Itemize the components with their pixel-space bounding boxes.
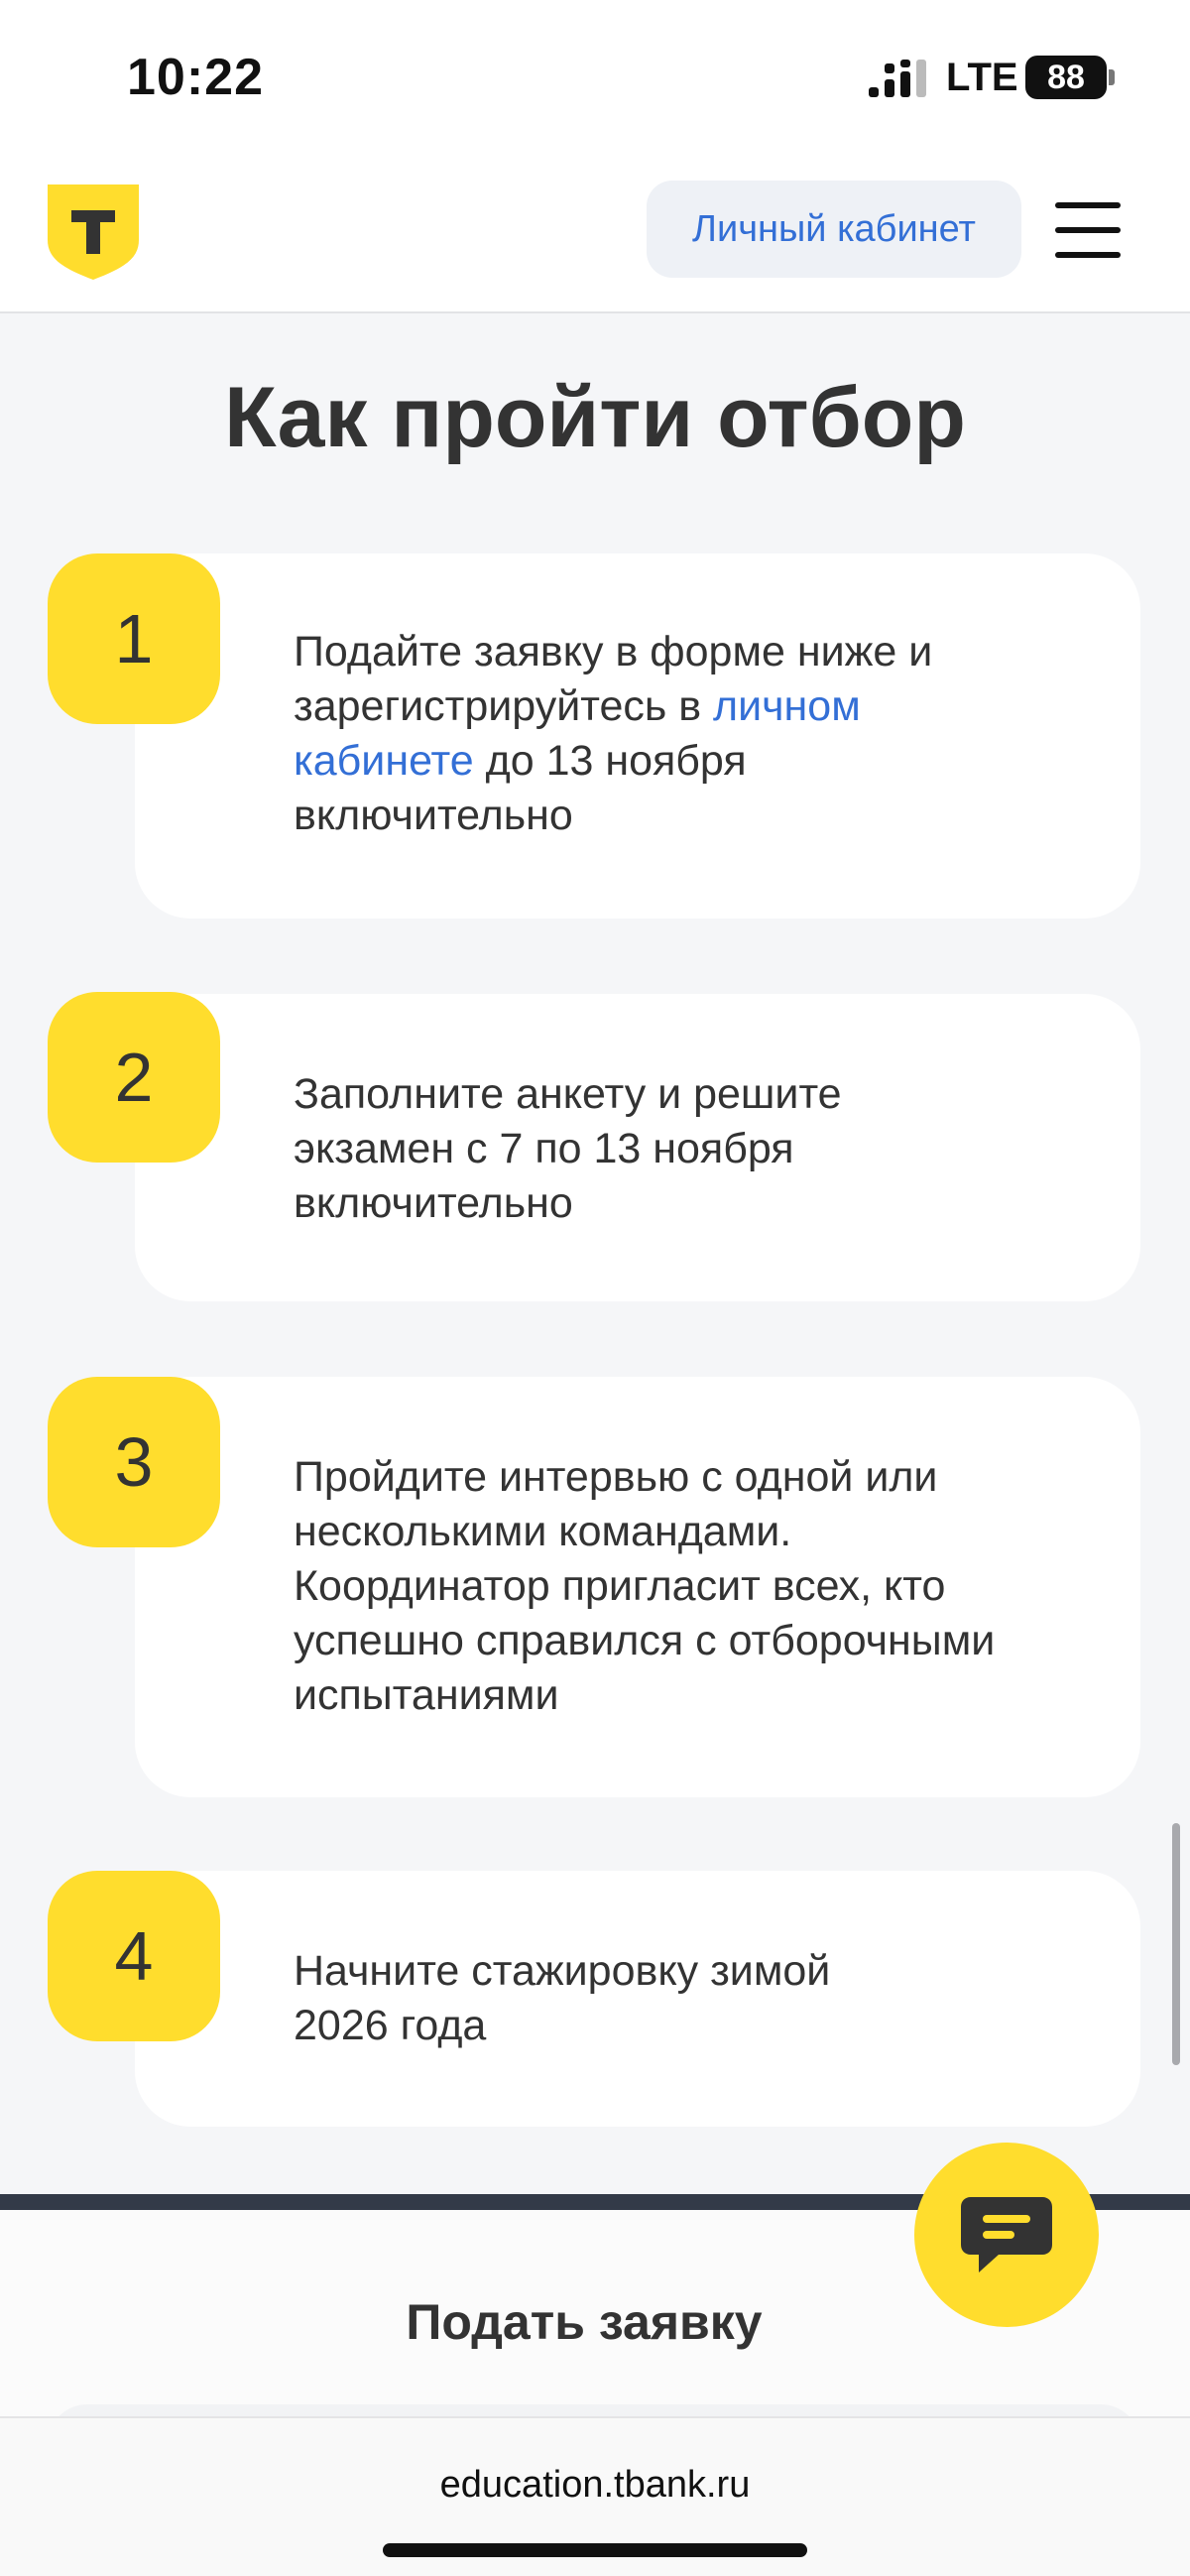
home-indicator: [383, 2543, 807, 2557]
chat-bubble-icon: [961, 2197, 1052, 2272]
tbank-logo-icon[interactable]: [48, 184, 139, 280]
step-number-badge-2: 2: [48, 992, 220, 1163]
step-number-badge-4: 4: [48, 1871, 220, 2041]
step-number-badge-1: 1: [48, 553, 220, 724]
browser-address-bar[interactable]: education.tbank.ru: [0, 2416, 1190, 2576]
step-card-2: Заполните анкету и решите экзамен с 7 по…: [135, 994, 1140, 1301]
network-type: LTE: [946, 56, 1018, 99]
url-text[interactable]: education.tbank.ru: [0, 2464, 1190, 2507]
step-text-3: Пройдите интервью с одной или нескольким…: [294, 1453, 996, 1719]
status-bar: 10:22 LTE 88: [0, 0, 1190, 159]
step-card-3: Пройдите интервью с одной или нескольким…: [135, 1377, 1140, 1797]
section-title: Как пройти отбор: [224, 370, 966, 465]
step-number-badge-3: 3: [48, 1377, 220, 1547]
hamburger-menu-icon[interactable]: [1055, 202, 1121, 258]
page-scrollbar[interactable]: [1172, 1823, 1180, 2065]
step-card-1: Подайте заявку в форме ниже и зарегистри…: [135, 553, 1140, 919]
status-time: 10:22: [127, 49, 264, 106]
chat-button[interactable]: [914, 2143, 1099, 2327]
personal-account-button[interactable]: Личный кабинет: [647, 181, 1021, 278]
step-text-1: Подайте заявку в форме ниже и зарегистри…: [294, 628, 933, 839]
battery-tip: [1109, 69, 1115, 85]
cellular-signal-icon: [869, 60, 926, 97]
battery-level: 88: [1047, 58, 1085, 96]
battery-icon: 88: [1025, 56, 1107, 99]
step-text-4: Начните стажировку зимой 2026 года: [294, 1947, 831, 2049]
site-header: Личный кабинет: [0, 159, 1190, 313]
step-card-4: Начните стажировку зимой 2026 года: [135, 1871, 1140, 2127]
step-text-2: Заполните анкету и решите экзамен с 7 по…: [294, 1070, 842, 1227]
